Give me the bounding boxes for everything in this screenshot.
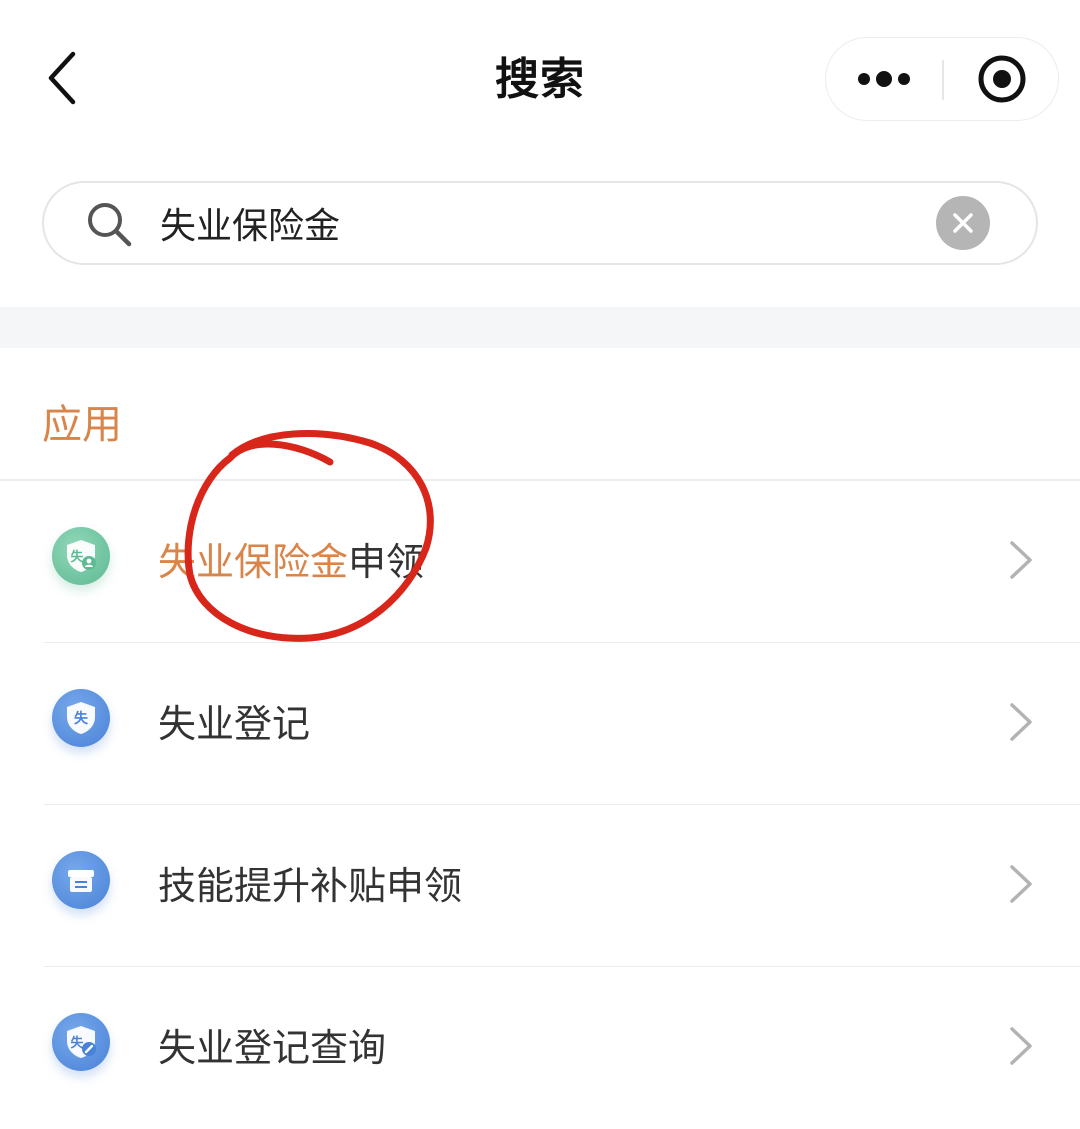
section-gap xyxy=(0,307,1080,348)
unemployment-shield-icon: 失 xyxy=(52,689,110,747)
section-title-apps: 应用 xyxy=(42,402,122,448)
more-button[interactable] xyxy=(826,38,942,120)
chevron-right-icon xyxy=(1010,1027,1032,1065)
list-item-unemployment-registration[interactable]: 失 失业登记 xyxy=(0,643,1080,805)
list-item-label: 失业保险金申领 xyxy=(158,540,425,584)
list-item-label: 失业登记查询 xyxy=(158,1026,387,1070)
more-dots-icon xyxy=(858,71,910,87)
search-bar xyxy=(42,181,1038,265)
search-icon xyxy=(88,203,132,247)
chevron-right-icon xyxy=(1010,703,1032,741)
unemployment-query-icon: 失 xyxy=(52,1013,110,1071)
clear-x-icon xyxy=(953,213,973,233)
svg-text:失: 失 xyxy=(74,710,89,727)
list-item-skill-subsidy-claim[interactable]: 技能提升补贴申领 xyxy=(0,805,1080,967)
chevron-right-icon xyxy=(1010,865,1032,903)
search-highlight: 失业保险金 xyxy=(158,540,349,584)
close-mini-program-button[interactable] xyxy=(944,38,1060,120)
list-item-unemployment-registration-query[interactable]: 失 失业登记查询 xyxy=(0,967,1080,1129)
list-item-label: 技能提升补贴申领 xyxy=(158,864,463,908)
unemployment-insurance-icon: 失 xyxy=(52,527,110,585)
search-input[interactable] xyxy=(160,193,920,253)
mini-program-capsule xyxy=(825,37,1059,121)
list-item-label: 失业登记 xyxy=(158,702,311,746)
target-circle-icon xyxy=(978,55,1026,103)
chevron-right-icon xyxy=(1010,541,1032,579)
list-item-unemployment-benefit-claim[interactable]: 失 失业保险金申领 xyxy=(0,481,1080,643)
clear-search-button[interactable] xyxy=(936,196,990,250)
skill-subsidy-icon xyxy=(52,851,110,909)
